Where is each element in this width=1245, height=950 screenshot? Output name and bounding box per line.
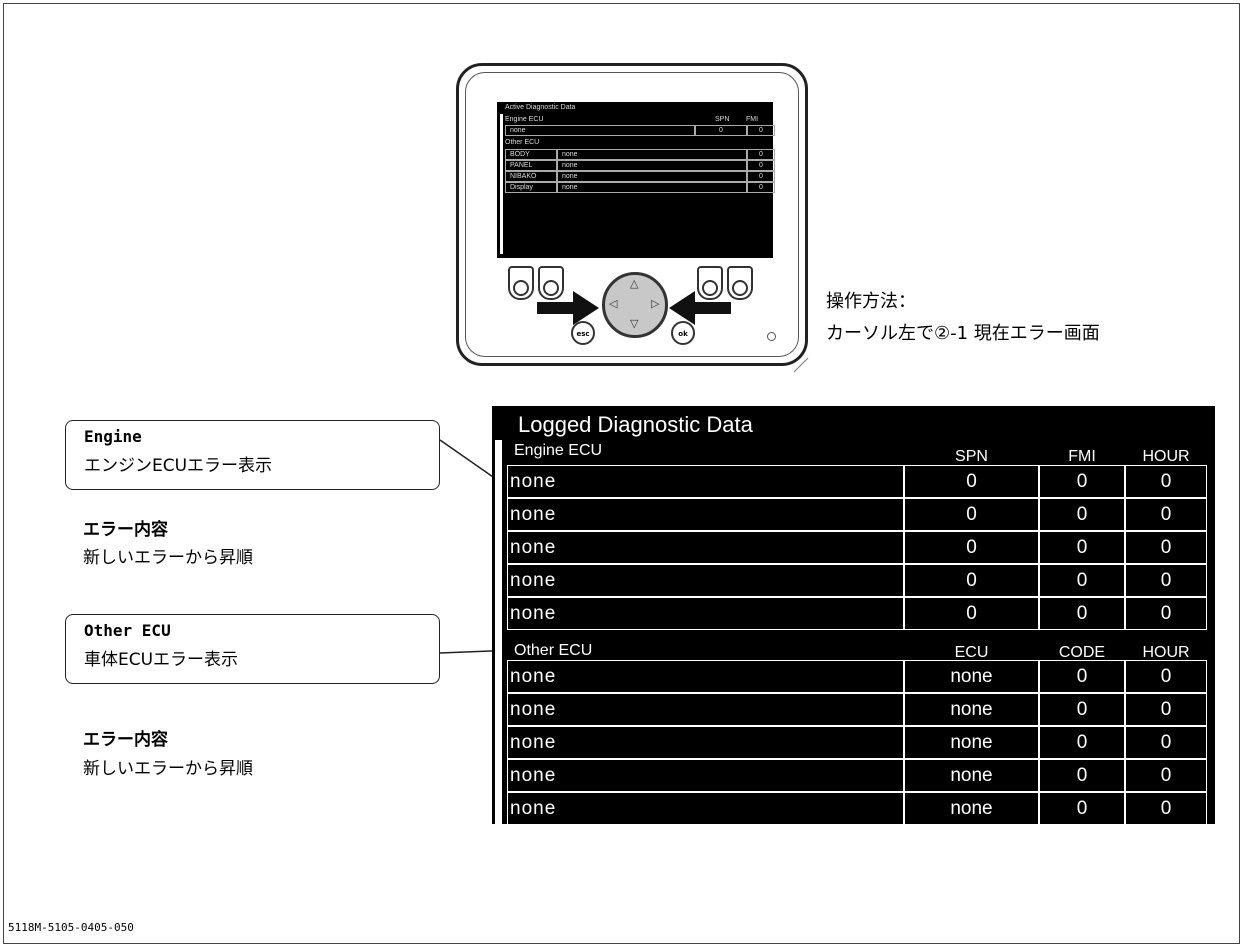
table-row[interactable]: none none 0 0	[507, 693, 1207, 726]
callout-engine-text: エンジンECUエラー表示	[84, 456, 273, 476]
table-row[interactable]: none none 0 0	[507, 792, 1207, 825]
table-cell: 0	[1125, 597, 1207, 630]
table-cell: none	[507, 726, 904, 759]
table-row[interactable]: none 0 0 0	[507, 531, 1207, 564]
document-code: 5118M-5105-0405-050	[8, 921, 134, 934]
table-cell: none	[507, 597, 904, 630]
engine-header-spn: SPN	[955, 448, 988, 465]
note-heading: エラー内容	[83, 520, 168, 540]
table-cell: none	[507, 564, 904, 597]
table-cell: 0	[1125, 726, 1207, 759]
table-cell: 0	[1039, 726, 1125, 759]
logged-diagnostic-screen: Logged Diagnostic Data Engine ECU SPN FM…	[492, 406, 1215, 825]
table-cell: 0	[1039, 564, 1125, 597]
table-cell: 0	[1125, 792, 1207, 825]
table-cell: none	[507, 498, 904, 531]
table-cell: none	[904, 726, 1039, 759]
table-cell: 0	[904, 564, 1039, 597]
table-cell: 0	[1125, 498, 1207, 531]
table-cell: 0	[1125, 465, 1207, 498]
callout-other-title: Other ECU	[84, 621, 171, 640]
table-row[interactable]: none none 0 0	[507, 759, 1207, 792]
table-cell: 0	[1039, 531, 1125, 564]
table-row[interactable]: none 0 0 0	[507, 597, 1207, 630]
callout-other-ecu: Other ECU 車体ECUエラー表示	[65, 614, 440, 684]
table-row[interactable]: none 0 0 0	[507, 498, 1207, 531]
table-cell: 0	[1039, 597, 1125, 630]
engine-header-hour: HOUR	[1142, 448, 1190, 465]
table-cell: 0	[1039, 660, 1125, 693]
note-body: 新しいエラーから昇順	[83, 548, 253, 568]
table-cell: none	[904, 693, 1039, 726]
table-cell: none	[904, 759, 1039, 792]
table-cell: none	[904, 792, 1039, 825]
table-cell: none	[507, 660, 904, 693]
table-row[interactable]: none none 0 0	[507, 726, 1207, 759]
table-cell: 0	[904, 465, 1039, 498]
table-row[interactable]: none 0 0 0	[507, 564, 1207, 597]
table-cell: 0	[1125, 660, 1207, 693]
table-cell: 0	[1125, 564, 1207, 597]
table-cell: none	[507, 465, 904, 498]
table-cell: 0	[904, 531, 1039, 564]
table-cell: 0	[1125, 759, 1207, 792]
engine-header-fmi: FMI	[1068, 448, 1096, 465]
callout-engine: Engine エンジンECUエラー表示	[65, 420, 440, 490]
table-cell: 0	[1039, 792, 1125, 825]
logged-title: Logged Diagnostic Data	[518, 412, 753, 437]
callout-engine-title: Engine	[84, 427, 142, 446]
table-row[interactable]: none none 0 0	[507, 660, 1207, 693]
table-cell: none	[507, 792, 904, 825]
table-cell: none	[904, 660, 1039, 693]
table-cell: 0	[1125, 693, 1207, 726]
table-row[interactable]: none 0 0 0	[507, 465, 1207, 498]
table-cell: 0	[904, 597, 1039, 630]
table-cell: none	[507, 759, 904, 792]
note-body: 新しいエラーから昇順	[83, 759, 253, 779]
table-cell: 0	[1039, 498, 1125, 531]
screen-scrollbar[interactable]	[495, 440, 502, 824]
table-cell: 0	[1039, 465, 1125, 498]
engine-section-label: Engine ECU	[514, 442, 603, 459]
table-cell: none	[507, 693, 904, 726]
table-cell: 0	[1125, 531, 1207, 564]
table-cell: 0	[1039, 759, 1125, 792]
table-cell: 0	[904, 498, 1039, 531]
other-section-label: Other ECU	[514, 642, 593, 659]
note-heading: エラー内容	[83, 730, 168, 750]
callout-other-text: 車体ECUエラー表示	[84, 650, 239, 670]
table-cell: none	[507, 531, 904, 564]
table-cell: 0	[1039, 693, 1125, 726]
